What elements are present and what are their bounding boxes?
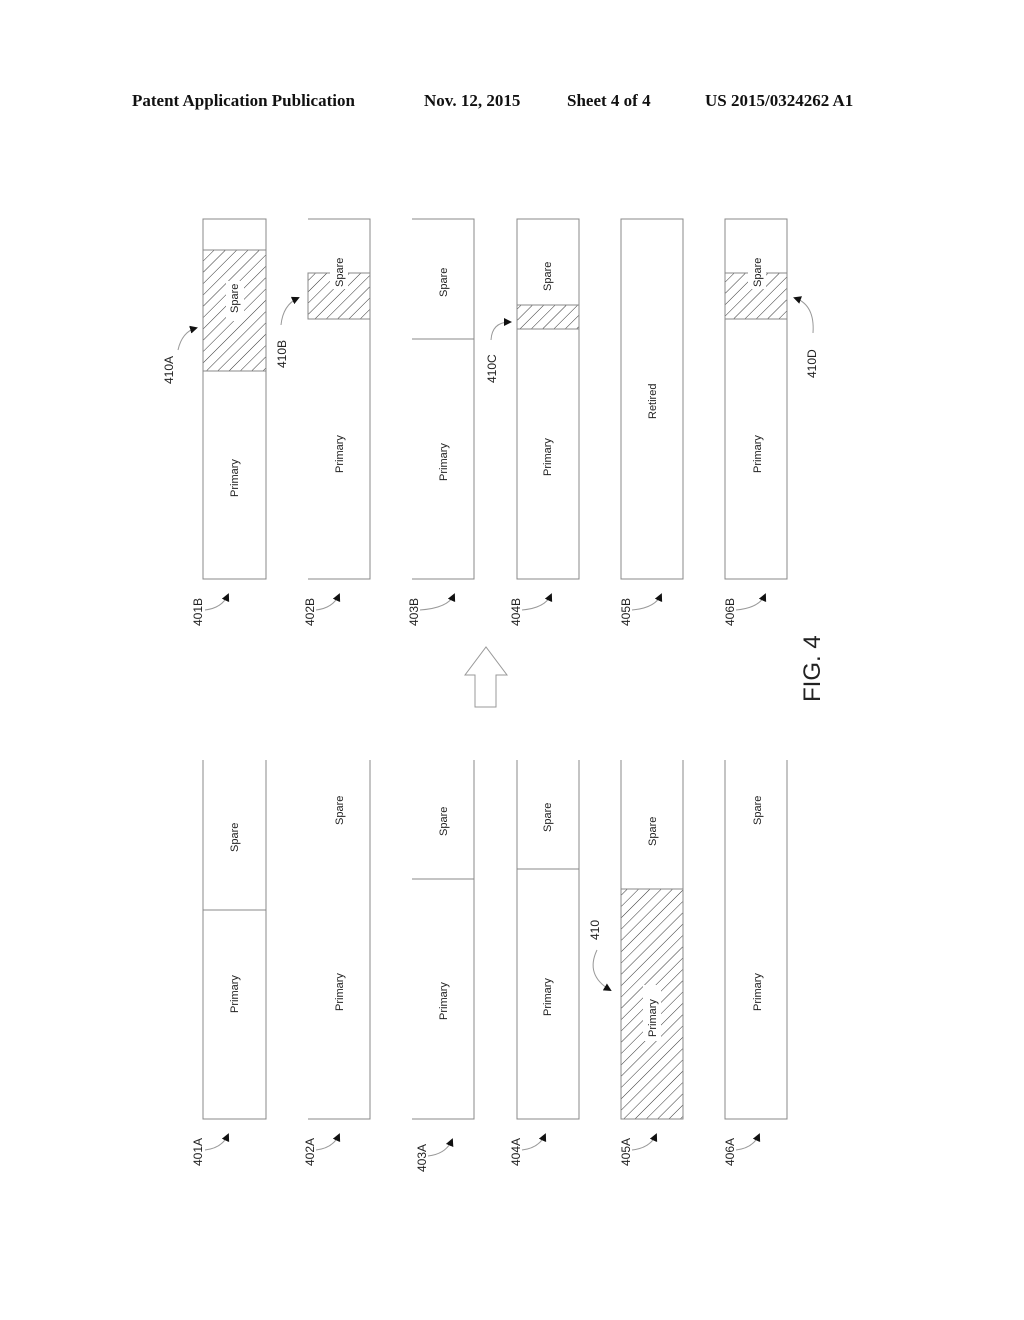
callout-410: 410 [588,920,602,940]
spare-label: Spare [542,262,554,291]
primary-label: Primary [752,973,764,1011]
retired-label: Retired [647,384,659,419]
spare-label: Spare [229,823,241,852]
spare-label: Spare [438,268,450,297]
primary-label: Primary [438,982,450,1020]
spare-label: Spare [752,258,764,287]
spare-label: Spare [229,284,241,313]
primary-label: Primary [334,973,346,1011]
after-reference-labels: 401B 402B 403B 404B 405B 406B [191,593,767,626]
callout-410B: 410B [275,340,289,368]
ref-404A: 404A [509,1138,523,1166]
column-402B: Primary Spare 410B [275,218,371,580]
figure-label: FIG. 4 [799,635,826,702]
spare-label: Spare [647,817,659,846]
column-404B: Primary Spare 410C [485,218,580,580]
ref-402A: 402A [303,1138,317,1166]
hatched-region-410C [516,304,580,330]
column-405A: Primary Spare 410 [588,760,684,1120]
primary-label: Primary [438,443,450,481]
figure-4-diagram: Primary Spare Primary Spare Primary Spar… [162,218,826,1172]
ref-401A: 401A [191,1138,205,1166]
column-402A: Primary Spare [308,760,371,1120]
column-406B: Primary Spare 410D [724,218,819,580]
column-403A: Primary Spare [412,760,475,1120]
primary-label: Primary [752,435,764,473]
ref-403B: 403B [407,598,421,626]
up-arrow-icon [464,646,508,708]
callout-410A: 410A [162,356,176,384]
column-401B: Primary Spare 410A [162,218,267,580]
before-reference-labels: 401A 402A 403A 404A 405A 406A [191,1133,761,1172]
ref-403A: 403A [415,1144,429,1172]
callout-arrow [592,949,612,992]
primary-label: Primary [229,459,241,497]
primary-label: Primary [647,999,659,1037]
ref-402B: 402B [303,598,317,626]
spare-label: Spare [334,258,346,287]
spare-label: Spare [542,803,554,832]
callout-410D: 410D [805,349,819,378]
ref-405A: 405A [619,1138,633,1166]
spare-label: Spare [438,807,450,836]
column-404A: Primary Spare [516,760,580,1120]
ref-406B: 406B [723,598,737,626]
spare-label: Spare [334,796,346,825]
column-401A: Primary Spare [202,760,267,1120]
primary-label: Primary [542,978,554,1016]
spare-label: Spare [752,796,764,825]
primary-label: Primary [229,975,241,1013]
ref-406A: 406A [723,1138,737,1166]
column-406A: Primary Spare [724,760,788,1120]
primary-label: Primary [542,438,554,476]
ref-401B: 401B [191,598,205,626]
primary-label: Primary [334,435,346,473]
column-405B: Retired [620,218,684,580]
column-403B: Primary Spare [412,218,475,580]
ref-405B: 405B [619,598,633,626]
ref-404B: 404B [509,598,523,626]
callout-410C: 410C [485,354,499,383]
